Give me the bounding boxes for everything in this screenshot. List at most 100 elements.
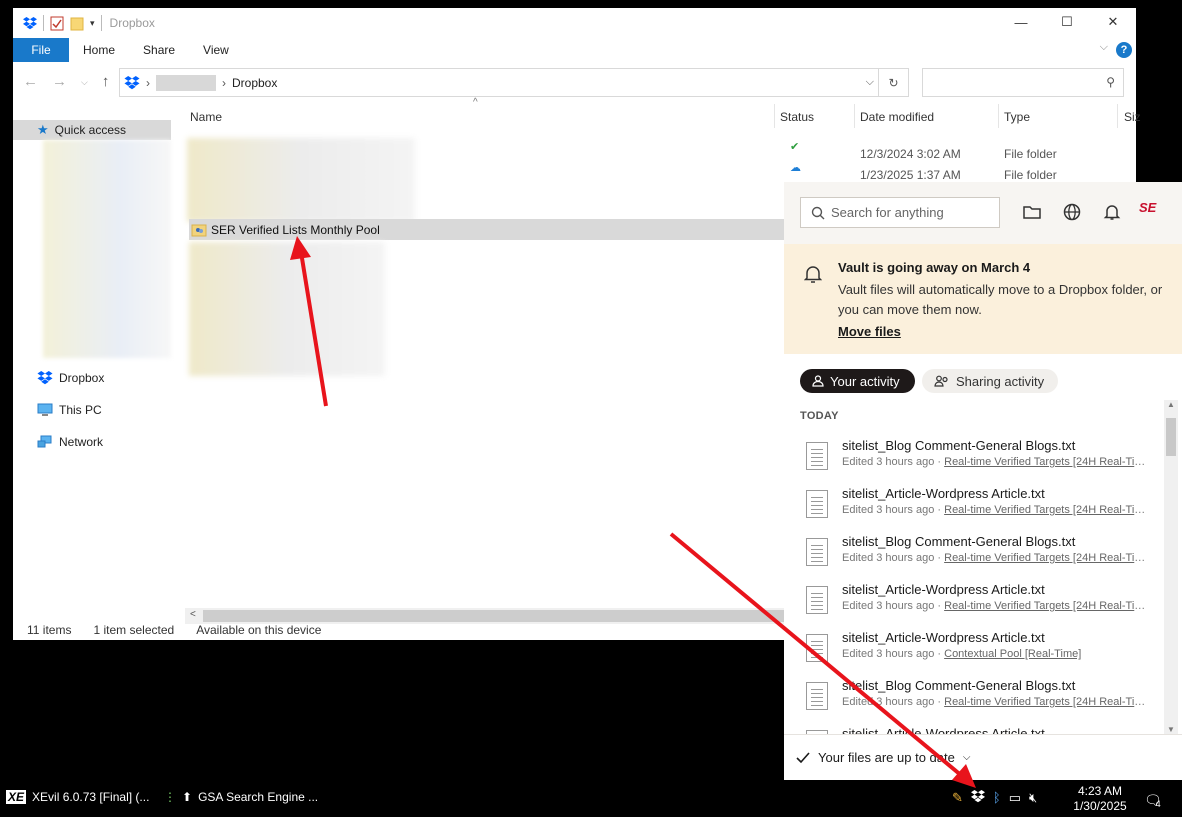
chevron-down-icon[interactable]: ⌵ xyxy=(866,76,874,89)
vault-banner: Vault is going away on March 4 Vault fil… xyxy=(784,244,1182,354)
sync-status[interactable]: Your files are up to date ⌵ xyxy=(784,734,1182,780)
dropbox-header: Search for anything SE xyxy=(784,182,1182,244)
explorer-search-input[interactable]: ⚲ xyxy=(922,68,1124,97)
network-icon[interactable]: ▭ xyxy=(1009,790,1021,806)
folder-icon[interactable] xyxy=(1022,202,1042,222)
chevron-down-icon[interactable]: ⌵ xyxy=(963,752,971,763)
globe-icon[interactable] xyxy=(1062,202,1082,222)
folder-link[interactable]: Real-time Verified Targets [24H Real-Tim… xyxy=(944,456,1152,468)
column-header-name[interactable]: Name xyxy=(190,110,222,124)
tab-share[interactable]: Share xyxy=(129,38,189,62)
move-files-link[interactable]: Move files xyxy=(838,324,901,339)
dropbox-tray-icon[interactable] xyxy=(970,790,985,806)
scroll-up-icon[interactable]: ▲ xyxy=(1167,400,1175,409)
activity-item[interactable]: sitelist_Article-Wordpress Article.txt Ed… xyxy=(800,630,1152,678)
dropbox-header-actions xyxy=(1022,202,1122,222)
back-icon[interactable]: ← xyxy=(23,73,38,90)
item-count: 11 items xyxy=(27,623,72,637)
dropbox-search-input[interactable]: Search for anything xyxy=(800,197,1000,228)
title-bar[interactable]: ▾ Dropbox — ☐ ✕ xyxy=(13,8,1136,38)
bell-icon xyxy=(804,266,822,283)
vertical-scrollbar[interactable]: ▲ ▼ xyxy=(1164,400,1178,734)
volume-muted-icon[interactable]: 🔇︎ xyxy=(1029,790,1037,806)
customize-toolbar-icon[interactable]: ▾ xyxy=(90,18,95,29)
properties-icon[interactable] xyxy=(50,16,64,31)
help-icon[interactable]: ? xyxy=(1116,42,1132,58)
sidebar-item-dropbox[interactable]: Dropbox xyxy=(13,368,171,388)
recent-locations-icon[interactable]: ⌵ xyxy=(81,77,88,90)
folder-link[interactable]: Real-time Verified Targets [24H Real-Tim… xyxy=(944,696,1152,708)
tab-sharing-activity[interactable]: Sharing activity xyxy=(922,369,1058,393)
up-icon[interactable]: ↑ xyxy=(102,73,110,90)
tab-file[interactable]: File xyxy=(13,38,69,62)
column-separator[interactable] xyxy=(1117,104,1118,128)
minimize-button[interactable]: — xyxy=(998,8,1044,36)
avatar[interactable]: SE xyxy=(1139,200,1165,226)
sidebar-item-label: Dropbox xyxy=(59,371,105,385)
tray-app-icon[interactable]: ✎ xyxy=(952,790,963,806)
refresh-button[interactable]: ↻ xyxy=(879,68,909,97)
column-separator[interactable] xyxy=(998,104,999,128)
sidebar-item-network[interactable]: Network xyxy=(13,432,171,452)
breadcrumb-chevron-icon[interactable]: › xyxy=(146,76,150,90)
navigation-pane: ★ Quick access Dropbox This PC Network xyxy=(13,100,171,618)
table-row-selected[interactable]: SER Verified Lists Monthly Pool xyxy=(189,219,789,240)
activity-item[interactable]: sitelist_Article-Wordpress Article.txt Ed… xyxy=(800,582,1152,630)
quick-access-toolbar: ▾ xyxy=(23,15,102,31)
star-icon: ★ xyxy=(37,122,49,137)
taskbar-app-gsa[interactable]: ⋮ ⬆ GSA Search Engine ... xyxy=(164,790,318,804)
edited-time: Edited 3 hours ago · xyxy=(842,696,945,708)
activity-file-name[interactable]: sitelist_Article-Wordpress Article.txt xyxy=(842,630,1045,645)
scroll-left-icon[interactable]: < xyxy=(190,609,196,620)
close-button[interactable]: ✕ xyxy=(1090,8,1136,36)
scrollbar-thumb[interactable] xyxy=(1166,418,1176,456)
maximize-button[interactable]: ☐ xyxy=(1044,8,1090,36)
expand-ribbon-icon[interactable]: ⌵ xyxy=(1100,41,1108,54)
activity-file-name[interactable]: sitelist_Article-Wordpress Article.txt xyxy=(842,582,1045,597)
scroll-down-icon[interactable]: ▼ xyxy=(1167,725,1175,734)
forward-icon[interactable]: → xyxy=(52,73,67,90)
avatar-text: SE xyxy=(1139,200,1157,215)
bell-icon[interactable] xyxy=(1102,202,1122,222)
activity-file-name[interactable]: sitelist_Blog Comment-General Blogs.txt xyxy=(842,534,1075,549)
file-name[interactable]: SER Verified Lists Monthly Pool xyxy=(211,223,380,237)
activity-file-name[interactable]: sitelist_Blog Comment-General Blogs.txt xyxy=(842,438,1075,453)
clock[interactable]: 4:23 AM 1/30/2025 xyxy=(1070,784,1130,814)
folder-link[interactable]: Real-time Verified Targets [24H Real-Tim… xyxy=(944,552,1152,564)
search-icon xyxy=(811,206,825,219)
activity-item[interactable]: sitelist_Article-Wordpress Article.txt Ed… xyxy=(800,486,1152,534)
person-icon xyxy=(812,375,824,387)
tab-your-activity[interactable]: Your activity xyxy=(800,369,915,393)
activity-meta: Edited 3 hours ago · Real-time Verified … xyxy=(842,696,1152,708)
folder-link[interactable]: Contextual Pool [Real-Time] xyxy=(944,648,1081,660)
new-folder-icon[interactable] xyxy=(70,16,84,31)
activity-item[interactable]: sitelist_Blog Comment-General Blogs.txt E… xyxy=(800,438,1152,486)
gsa-icon: ⋮ xyxy=(164,790,176,804)
sidebar-item-this-pc[interactable]: This PC xyxy=(13,400,171,420)
bluetooth-icon[interactable]: ᛒ xyxy=(993,790,1001,806)
column-header-type[interactable]: Type xyxy=(1004,110,1030,124)
tab-home[interactable]: Home xyxy=(69,38,129,62)
breadcrumb-chevron-icon[interactable]: › xyxy=(222,76,226,90)
column-header-status[interactable]: Status xyxy=(780,110,814,124)
banner-title: Vault is going away on March 4 xyxy=(838,260,1031,275)
activity-item[interactable]: sitelist_Blog Comment-General Blogs.txt E… xyxy=(800,678,1152,726)
sidebar-item-quick-access[interactable]: ★ Quick access xyxy=(13,120,171,140)
activity-meta: Edited 3 hours ago · Real-time Verified … xyxy=(842,504,1152,516)
notification-center-button[interactable]: 🗨︎ 4 xyxy=(1144,792,1171,809)
activity-item[interactable]: sitelist_Blog Comment-General Blogs.txt E… xyxy=(800,534,1152,582)
taskbar-app-xevil[interactable]: XE XEvil 6.0.73 [Final] (... xyxy=(6,790,149,804)
tab-view[interactable]: View xyxy=(189,38,243,62)
column-separator[interactable] xyxy=(774,104,775,128)
activity-file-name[interactable]: sitelist_Blog Comment-General Blogs.txt xyxy=(842,678,1075,693)
column-header-size[interactable]: Siz xyxy=(1124,110,1141,124)
blurred-breadcrumb[interactable] xyxy=(156,74,216,91)
breadcrumb-dropbox[interactable]: Dropbox xyxy=(232,76,277,90)
address-bar[interactable]: › › Dropbox ⌵ xyxy=(119,68,879,97)
column-separator[interactable] xyxy=(854,104,855,128)
folder-link[interactable]: Real-time Verified Targets [24H Real-Tim… xyxy=(944,504,1152,516)
folder-link[interactable]: Real-time Verified Targets [24H Real-Tim… xyxy=(944,600,1152,612)
window-title: Dropbox xyxy=(109,16,155,30)
column-header-date-modified[interactable]: Date modified xyxy=(860,110,934,124)
activity-file-name[interactable]: sitelist_Article-Wordpress Article.txt xyxy=(842,486,1045,501)
